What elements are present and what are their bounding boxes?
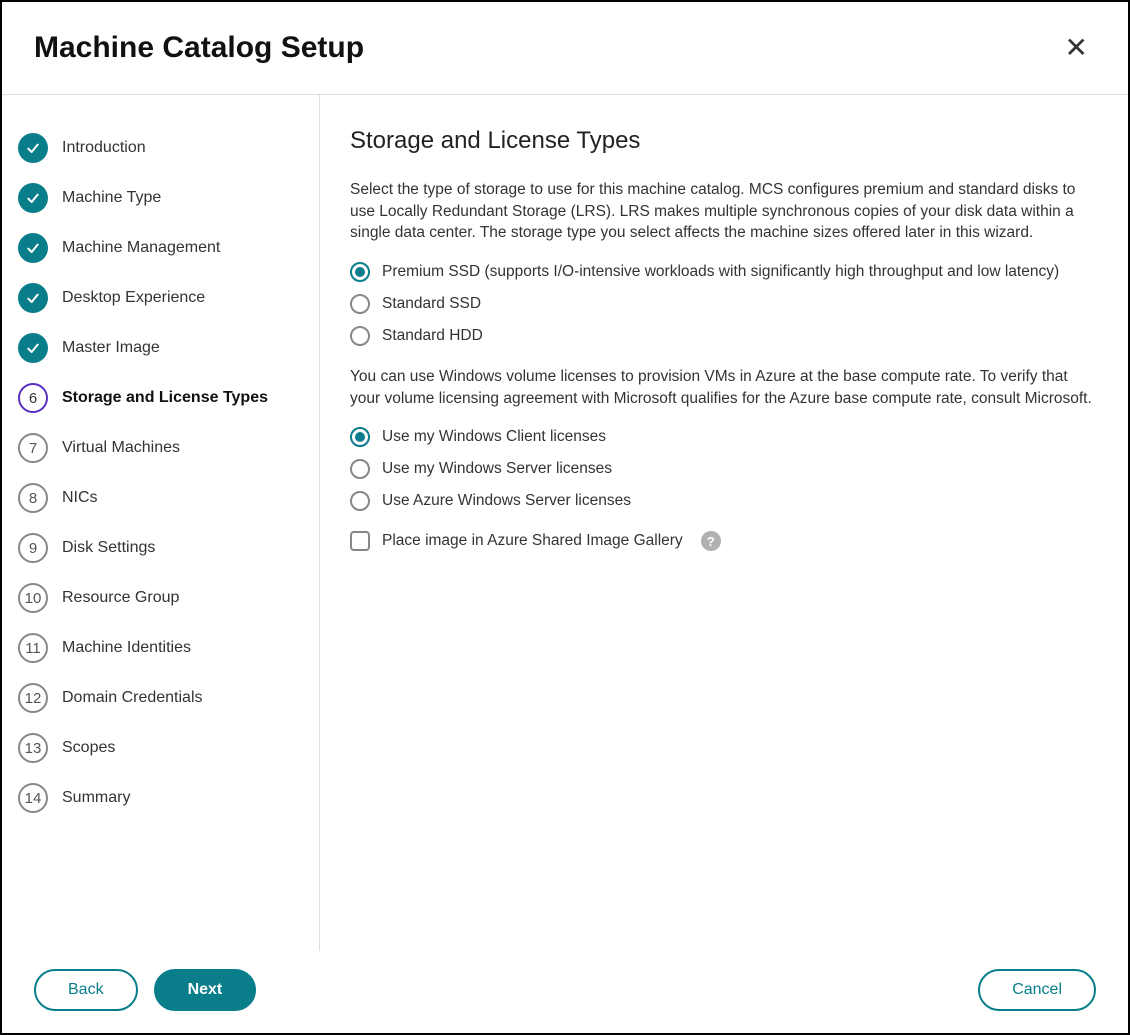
dialog-machine-catalog-setup: Machine Catalog Setup ✕ Introduction Mach… [0,0,1130,1035]
back-button[interactable]: Back [34,969,138,1011]
wizard-step-5[interactable]: Master Image [18,323,303,373]
radio-label: Use my Windows Client licenses [382,428,606,446]
cancel-button[interactable]: Cancel [978,969,1096,1011]
footer-left: Back Next [34,969,256,1011]
wizard-step-3[interactable]: Machine Management [18,223,303,273]
wizard-step-label: Virtual Machines [62,439,180,457]
radio-input[interactable] [350,294,370,314]
radio-label: Use Azure Windows Server licenses [382,492,631,510]
step-number-icon: 8 [18,483,48,513]
wizard-step-10[interactable]: 10 Resource Group [18,573,303,623]
step-number-icon: 14 [18,783,48,813]
wizard-step-12[interactable]: 12 Domain Credentials [18,673,303,723]
help-icon[interactable]: ? [701,531,721,551]
footer-right: Cancel [978,969,1096,1011]
license-description: You can use Windows volume licenses to p… [350,366,1098,409]
close-icon: ✕ [1065,32,1088,63]
wizard-step-14[interactable]: 14 Summary [18,773,303,823]
wizard-step-label: Machine Identities [62,639,191,657]
wizard-step-label: Summary [62,789,130,807]
step-number-icon: 6 [18,383,48,413]
license-option-3[interactable]: Use Azure Windows Server licenses [350,485,1098,517]
wizard-step-13[interactable]: 13 Scopes [18,723,303,773]
license-option-2[interactable]: Use my Windows Server licenses [350,453,1098,485]
check-icon [18,133,48,163]
radio-label: Standard SSD [382,295,481,313]
wizard-step-4[interactable]: Desktop Experience [18,273,303,323]
dialog-header: Machine Catalog Setup ✕ [2,2,1128,95]
wizard-step-label: Disk Settings [62,539,155,557]
dialog-footer: Back Next Cancel [2,951,1128,1033]
wizard-step-11[interactable]: 11 Machine Identities [18,623,303,673]
wizard-step-label: Machine Management [62,239,220,257]
wizard-step-1[interactable]: Introduction [18,123,303,173]
wizard-step-2[interactable]: Machine Type [18,173,303,223]
check-icon [18,183,48,213]
wizard-step-label: Resource Group [62,589,179,607]
next-button[interactable]: Next [154,969,257,1011]
shared-gallery-row: Place image in Azure Shared Image Galler… [350,531,1098,551]
storage-option-1[interactable]: Premium SSD (supports I/O-intensive work… [350,256,1098,288]
wizard-step-label: Introduction [62,139,146,157]
storage-option-2[interactable]: Standard SSD [350,288,1098,320]
wizard-step-7[interactable]: 7 Virtual Machines [18,423,303,473]
radio-label: Use my Windows Server licenses [382,460,612,478]
dialog-body: Introduction Machine Type Machine Manageme… [2,95,1128,951]
page-title: Storage and License Types [350,127,1098,155]
step-number-icon: 13 [18,733,48,763]
radio-input[interactable] [350,427,370,447]
storage-description: Select the type of storage to use for th… [350,179,1098,244]
wizard-step-label: NICs [62,489,98,507]
license-option-1[interactable]: Use my Windows Client licenses [350,421,1098,453]
wizard-step-label: Desktop Experience [62,289,205,307]
dialog-title: Machine Catalog Setup [34,31,364,65]
radio-label: Standard HDD [382,327,483,345]
radio-input[interactable] [350,262,370,282]
step-number-icon: 11 [18,633,48,663]
storage-option-3[interactable]: Standard HDD [350,320,1098,352]
shared-gallery-label: Place image in Azure Shared Image Galler… [382,532,683,550]
step-number-icon: 7 [18,433,48,463]
wizard-step-label: Machine Type [62,189,161,207]
check-icon [18,333,48,363]
step-number-icon: 10 [18,583,48,613]
check-icon [18,283,48,313]
check-icon [18,233,48,263]
wizard-step-label: Storage and License Types [62,389,268,407]
radio-input[interactable] [350,326,370,346]
main-panel: Storage and License Types Select the typ… [320,95,1128,951]
wizard-sidebar: Introduction Machine Type Machine Manageme… [2,95,320,951]
shared-gallery-checkbox[interactable] [350,531,370,551]
close-button[interactable]: ✕ [1057,30,1096,66]
step-number-icon: 12 [18,683,48,713]
wizard-step-8[interactable]: 8 NICs [18,473,303,523]
radio-input[interactable] [350,459,370,479]
wizard-step-label: Domain Credentials [62,689,203,707]
storage-type-group: Premium SSD (supports I/O-intensive work… [350,256,1098,352]
radio-input[interactable] [350,491,370,511]
license-type-group: Use my Windows Client licenses Use my Win… [350,421,1098,517]
wizard-step-label: Master Image [62,339,160,357]
wizard-step-6[interactable]: 6 Storage and License Types [18,373,303,423]
radio-label: Premium SSD (supports I/O-intensive work… [382,263,1059,281]
wizard-step-9[interactable]: 9 Disk Settings [18,523,303,573]
step-number-icon: 9 [18,533,48,563]
wizard-step-label: Scopes [62,739,115,757]
